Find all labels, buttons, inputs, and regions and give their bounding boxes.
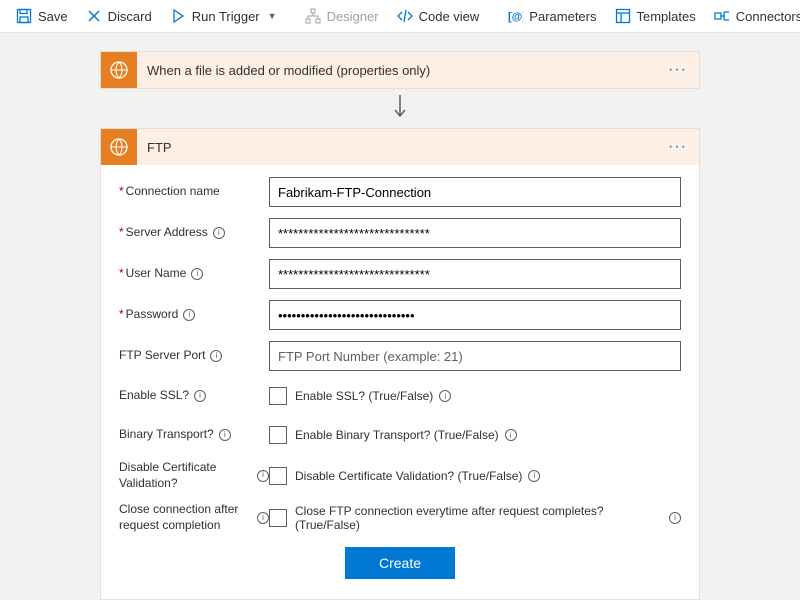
designer-label: Designer xyxy=(327,9,379,24)
templates-icon xyxy=(615,8,631,24)
info-icon[interactable]: i xyxy=(219,429,231,441)
enable-ssl-checkbox[interactable] xyxy=(269,387,287,405)
server-address-label: *Server Addressi xyxy=(119,225,269,241)
user-name-label: *User Namei xyxy=(119,266,269,282)
disable-cert-label: Disable Certificate Validation?i xyxy=(119,460,269,491)
chevron-down-icon: ▼ xyxy=(268,11,277,21)
binary-transport-label: Binary Transport?i xyxy=(119,427,269,443)
designer-canvas: When a file is added or modified (proper… xyxy=(0,33,800,600)
templates-label: Templates xyxy=(637,9,696,24)
code-view-button[interactable]: Code view xyxy=(389,4,488,28)
info-icon[interactable]: i xyxy=(505,429,517,441)
connection-name-input[interactable] xyxy=(269,177,681,207)
parameters-button[interactable]: [@] Parameters xyxy=(499,4,604,28)
info-icon[interactable]: i xyxy=(257,470,269,482)
ftp-connector-icon xyxy=(101,52,137,88)
info-icon[interactable]: i xyxy=(528,470,540,482)
ftp-title: FTP xyxy=(137,140,656,155)
toolbar: Save Discard Run Trigger ▼ Designer Code… xyxy=(0,0,800,33)
templates-button[interactable]: Templates xyxy=(607,4,704,28)
parameters-label: Parameters xyxy=(529,9,596,24)
trigger-title: When a file is added or modified (proper… xyxy=(137,63,656,78)
run-trigger-label: Run Trigger xyxy=(192,9,260,24)
svg-text:[@]: [@] xyxy=(508,11,523,23)
password-input[interactable] xyxy=(269,300,681,330)
user-name-input[interactable] xyxy=(269,259,681,289)
flow-arrow xyxy=(100,89,700,128)
info-icon[interactable]: i xyxy=(669,512,681,524)
discard-label: Discard xyxy=(108,9,152,24)
enable-ssl-label: Enable SSL?i xyxy=(119,388,269,404)
designer-icon xyxy=(305,8,321,24)
disable-cert-checkbox[interactable] xyxy=(269,467,287,485)
server-address-input[interactable] xyxy=(269,218,681,248)
info-icon[interactable]: i xyxy=(183,309,195,321)
port-label: FTP Server Porti xyxy=(119,348,269,364)
trigger-card[interactable]: When a file is added or modified (proper… xyxy=(100,51,700,89)
binary-transport-checkbox[interactable] xyxy=(269,426,287,444)
discard-icon xyxy=(86,8,102,24)
connectors-button[interactable]: Connectors xyxy=(706,4,800,28)
code-view-label: Code view xyxy=(419,9,480,24)
trigger-menu-button[interactable]: ··· xyxy=(656,61,699,79)
close-connection-label: Close connection after request completio… xyxy=(119,502,269,533)
connection-name-label: *Connection name xyxy=(119,184,269,200)
info-icon[interactable]: i xyxy=(213,227,225,239)
ftp-menu-button[interactable]: ··· xyxy=(656,138,699,156)
designer-button: Designer xyxy=(297,4,387,28)
parameters-icon: [@] xyxy=(507,8,523,24)
ftp-connector-icon xyxy=(101,129,137,165)
save-label: Save xyxy=(38,9,68,24)
save-icon xyxy=(16,8,32,24)
info-icon[interactable]: i xyxy=(194,390,206,402)
create-button[interactable]: Create xyxy=(345,547,455,579)
port-input[interactable] xyxy=(269,341,681,371)
ftp-action-card: FTP ··· *Connection name *Server Address… xyxy=(100,128,700,600)
connectors-label: Connectors xyxy=(736,9,800,24)
discard-button[interactable]: Discard xyxy=(78,4,160,28)
close-connection-checkbox[interactable] xyxy=(269,509,287,527)
info-icon[interactable]: i xyxy=(191,268,203,280)
info-icon[interactable]: i xyxy=(210,350,222,362)
code-icon xyxy=(397,8,413,24)
play-icon xyxy=(170,8,186,24)
password-label: *Passwordi xyxy=(119,307,269,323)
save-button[interactable]: Save xyxy=(8,4,76,28)
connectors-icon xyxy=(714,8,730,24)
run-trigger-button[interactable]: Run Trigger ▼ xyxy=(162,4,285,28)
info-icon[interactable]: i xyxy=(257,512,269,524)
info-icon[interactable]: i xyxy=(439,390,451,402)
